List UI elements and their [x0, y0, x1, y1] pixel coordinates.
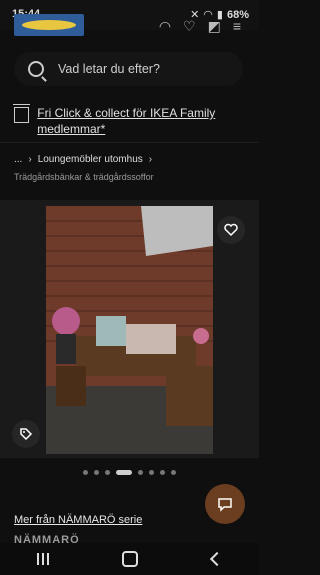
gallery-dots [0, 470, 259, 475]
gallery-dot[interactable] [116, 470, 132, 475]
chat-button[interactable] [205, 484, 245, 524]
more-series-link[interactable]: Mer från NÄMMARÖ serie [14, 514, 142, 526]
brand-logo[interactable] [14, 14, 84, 36]
top-icons: ◠ ♡ ◩ ≡ [159, 18, 241, 35]
gallery-dot[interactable] [94, 470, 99, 475]
chevron-right-icon: › [148, 154, 153, 165]
product-gallery[interactable] [0, 200, 259, 458]
heart-outline-icon[interactable]: ♡ [183, 18, 196, 35]
breadcrumb-sub[interactable]: Trädgårdsbänkar & trädgårdssoffor [14, 172, 154, 182]
tag-button[interactable] [12, 420, 40, 448]
gallery-dot[interactable] [83, 470, 88, 475]
chevron-right-icon: › [28, 154, 32, 165]
search-placeholder: Vad letar du efter? [58, 62, 160, 76]
promo-link[interactable]: Fri Click & collect för IKEA Family medl… [37, 105, 244, 137]
product-image[interactable] [46, 206, 213, 454]
recents-button[interactable] [36, 553, 49, 565]
search-icon [28, 61, 44, 77]
chat-icon [218, 498, 232, 512]
gallery-dot[interactable] [149, 470, 154, 475]
promo-banner[interactable]: Fri Click & collect för IKEA Family medl… [12, 104, 244, 137]
gallery-dot[interactable] [138, 470, 143, 475]
divider [0, 142, 259, 143]
heart-icon [224, 223, 238, 237]
android-navbar [0, 543, 259, 575]
menu-icon[interactable]: ≡ [233, 18, 241, 35]
gallery-dot[interactable] [105, 470, 110, 475]
cart-icon[interactable]: ◩ [208, 18, 221, 35]
back-button[interactable] [210, 551, 225, 567]
user-icon[interactable]: ◠ [159, 18, 171, 35]
gallery-dot[interactable] [171, 470, 176, 475]
favorite-button[interactable] [217, 216, 245, 244]
home-button[interactable] [122, 551, 139, 567]
top-bar: ◠ ♡ ◩ ≡ [0, 14, 259, 44]
breadcrumb-current[interactable]: Loungemöbler utomhus [38, 154, 143, 165]
search-bar[interactable]: Vad letar du efter? [14, 52, 243, 86]
gallery-dot[interactable] [160, 470, 165, 475]
breadcrumb: ... › Loungemöbler utomhus › [14, 154, 152, 165]
store-icon [12, 104, 31, 123]
breadcrumb-ellipsis[interactable]: ... [14, 154, 22, 165]
tag-icon [20, 428, 33, 441]
